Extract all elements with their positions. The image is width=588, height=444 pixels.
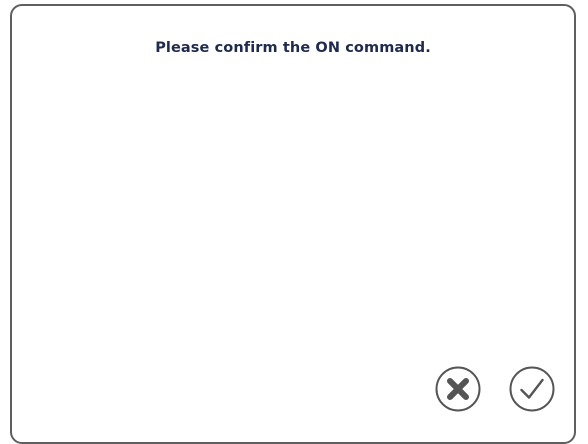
cancel-button[interactable] bbox=[435, 366, 481, 412]
dialog-message: Please confirm the ON command. bbox=[155, 40, 431, 56]
x-circle-icon bbox=[435, 366, 481, 412]
check-circle-icon bbox=[509, 366, 555, 412]
confirm-button[interactable] bbox=[509, 366, 555, 412]
confirm-dialog: Please confirm the ON command. bbox=[10, 4, 576, 444]
